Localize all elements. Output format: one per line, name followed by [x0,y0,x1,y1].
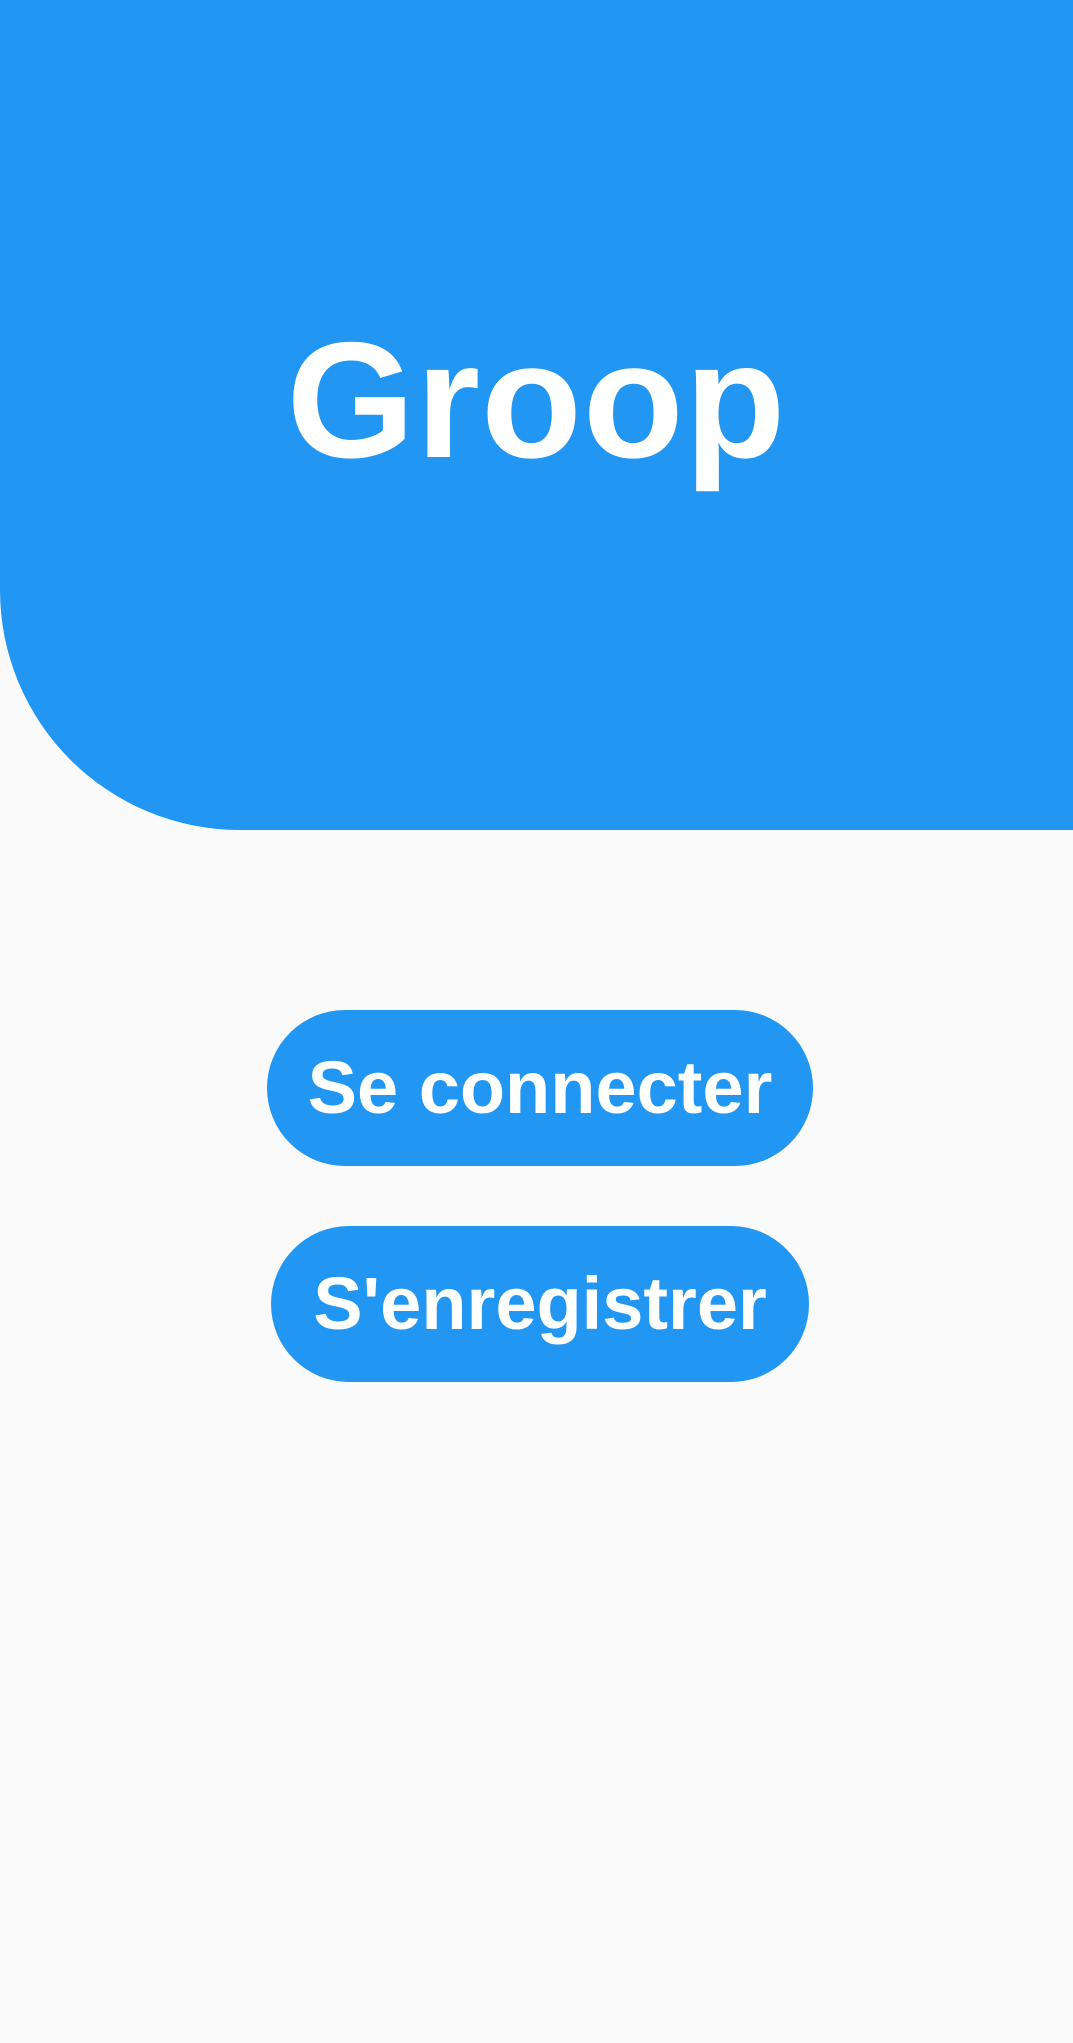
register-button[interactable]: S'enregistrer [271,1226,809,1382]
login-button[interactable]: Se connecter [267,1010,813,1166]
app-title: Groop [286,308,787,492]
header-banner: Groop [0,0,1073,830]
